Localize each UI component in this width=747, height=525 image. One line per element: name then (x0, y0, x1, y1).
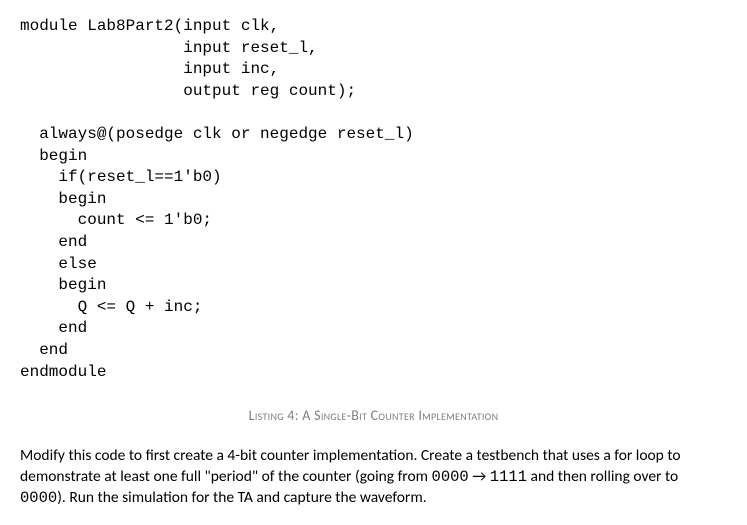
code-line: end (20, 233, 87, 251)
code-line: output reg count); (20, 82, 356, 100)
code-line: input inc, (20, 60, 279, 78)
code-line: always@(posedge clk or negedge reset_l) (20, 125, 414, 143)
text: ). Run the simulation for the TA and cap… (57, 488, 426, 507)
instruction-paragraph: Modify this code to first create a 4-bit… (20, 446, 727, 509)
code-line: begin (20, 190, 106, 208)
listing-caption: Listing 4: A Single-Bit Counter Implemen… (20, 407, 727, 424)
code-line: end (20, 341, 68, 359)
code-line: count <= 1'b0; (20, 211, 212, 229)
code-listing: module Lab8Part2(input clk, input reset_… (20, 16, 727, 383)
code-line: Q <= Q + inc; (20, 298, 202, 316)
code-line: if(reset_l==1'b0) (20, 168, 222, 186)
text: and then rolling over to (527, 467, 678, 486)
code-line: begin (20, 276, 106, 294)
text: → (469, 467, 490, 486)
code-line: end (20, 319, 87, 337)
code-line: endmodule (20, 363, 106, 381)
literal: 0000 (432, 468, 469, 486)
code-line: else (20, 255, 97, 273)
code-line: input reset_l, (20, 39, 318, 57)
code-line: begin (20, 147, 87, 165)
literal: 0000 (20, 489, 57, 507)
literal: 1111 (490, 468, 527, 486)
code-line: module Lab8Part2(input clk, (20, 17, 279, 35)
